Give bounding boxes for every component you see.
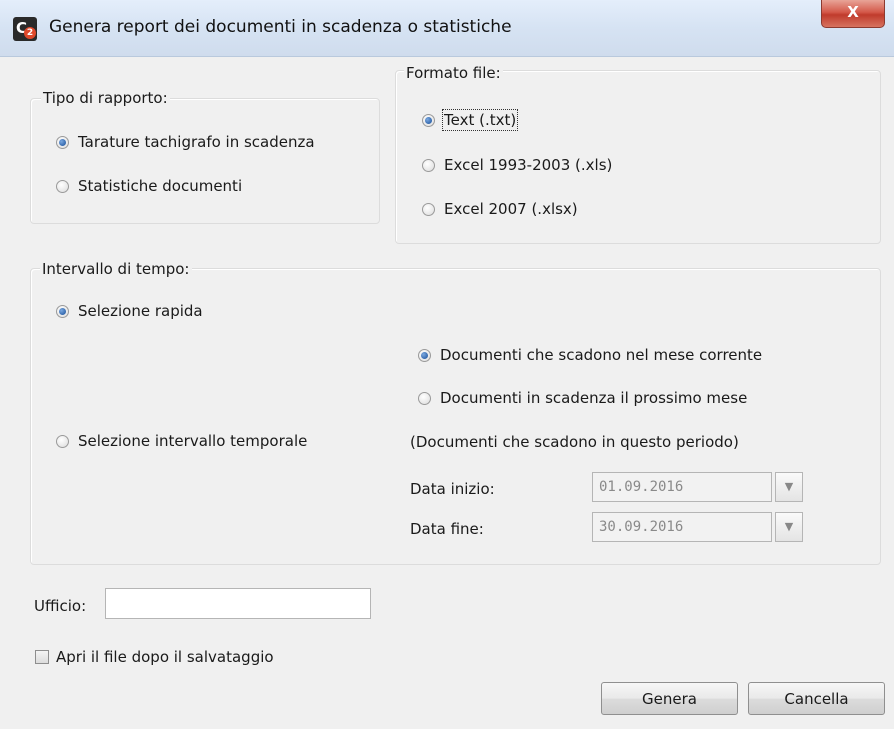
file-format-legend: Formato file:: [404, 64, 503, 82]
open-after-save-checkbox[interactable]: Apri il file dopo il salvataggio: [35, 648, 274, 666]
time-interval-legend: Intervallo di tempo:: [40, 260, 192, 278]
radio-indicator: [422, 113, 435, 127]
radio-label: Documenti in scadenza il prossimo mese: [440, 389, 748, 407]
radio-label: Tarature tachigrafo in scadenza: [78, 133, 315, 151]
radio-indicator: [418, 391, 431, 405]
start-date-input[interactable]: [592, 472, 772, 502]
radio-indicator: [422, 158, 435, 172]
end-date-label: Data fine:: [410, 520, 484, 538]
radio-label: Selezione intervallo temporale: [78, 432, 308, 450]
radio-indicator: [56, 179, 69, 193]
radio-label: Selezione rapida: [78, 302, 203, 320]
app-icon: C2: [13, 17, 37, 41]
checkbox-label: Apri il file dopo il salvataggio: [56, 648, 274, 666]
checkbox-indicator: [35, 650, 49, 664]
end-date-dropdown-icon[interactable]: ▼: [775, 512, 803, 542]
start-date-dropdown-icon[interactable]: ▼: [775, 472, 803, 502]
title-bar: C2 Genera report dei documenti in scaden…: [0, 0, 894, 57]
radio-label: Statistiche documenti: [78, 177, 243, 195]
report-type-group: [30, 98, 380, 224]
close-button[interactable]: X: [821, 0, 885, 28]
generate-button[interactable]: Genera: [601, 682, 738, 715]
window-title: Genera report dei documenti in scadenza …: [49, 17, 512, 37]
radio-indicator: [56, 304, 69, 318]
radio-prossimo-mese[interactable]: Documenti in scadenza il prossimo mese: [418, 389, 747, 407]
radio-selezione-intervallo[interactable]: Selezione intervallo temporale: [56, 432, 307, 450]
radio-label: Excel 2007 (.xlsx): [444, 200, 578, 218]
radio-indicator: [418, 348, 431, 362]
radio-format-xlsx[interactable]: Excel 2007 (.xlsx): [422, 200, 578, 218]
radio-selezione-rapida[interactable]: Selezione rapida: [56, 302, 203, 320]
cancel-button[interactable]: Cancella: [748, 682, 885, 715]
radio-format-xls[interactable]: Excel 1993-2003 (.xls): [422, 156, 612, 174]
radio-label: Excel 1993-2003 (.xls): [444, 156, 613, 174]
end-date-input[interactable]: [592, 512, 772, 542]
radio-format-txt[interactable]: Text (.txt): [422, 109, 519, 131]
radio-mese-corrente[interactable]: Documenti che scadono nel mese corrente: [418, 346, 762, 364]
radio-label: Text (.txt): [441, 109, 519, 131]
radio-tarature-tachigrafo[interactable]: Tarature tachigrafo in scadenza: [56, 133, 315, 151]
radio-label: Documenti che scadono nel mese corrente: [440, 346, 763, 364]
radio-indicator: [422, 202, 435, 216]
office-label: Ufficio:: [34, 597, 87, 615]
report-type-legend: Tipo di rapporto:: [41, 89, 170, 107]
radio-indicator: [56, 135, 69, 149]
start-date-label: Data inizio:: [410, 480, 495, 498]
radio-statistiche-documenti[interactable]: Statistiche documenti: [56, 177, 242, 195]
range-note: (Documenti che scadono in questo periodo…: [410, 433, 739, 451]
radio-indicator: [56, 434, 69, 448]
office-input[interactable]: [105, 588, 371, 619]
